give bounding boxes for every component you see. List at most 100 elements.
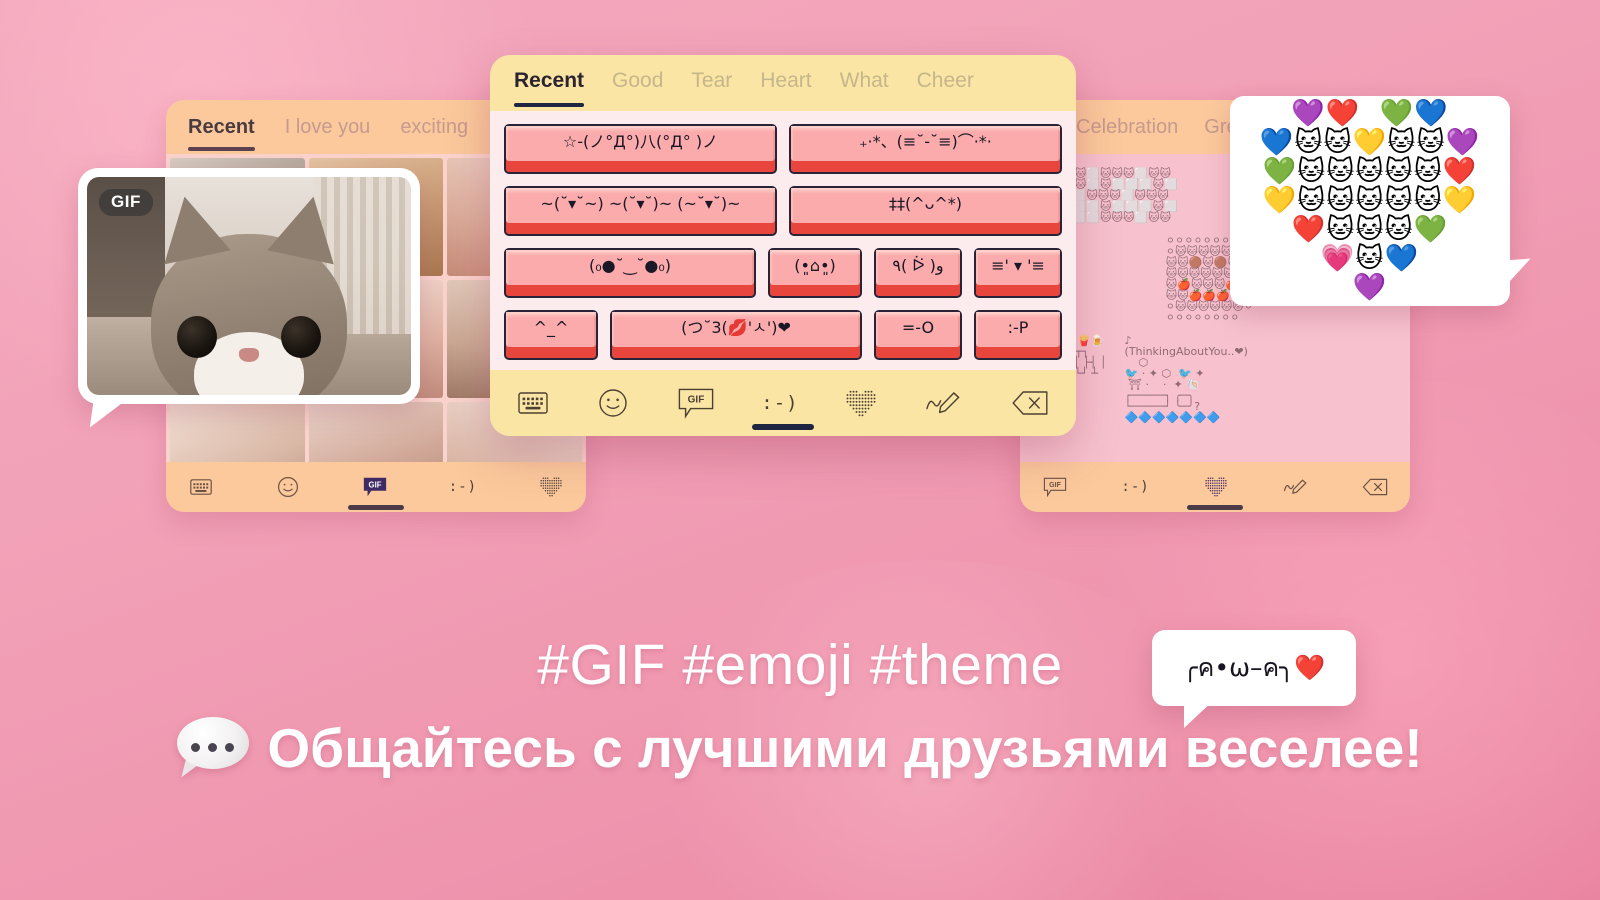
kaomoji-key-label: (•͈⌂•͈) — [794, 255, 836, 275]
kaomoji-bubble[interactable]: ╭ค•ω–ค╮❤️ — [1152, 630, 1356, 728]
cat-gif-bubble[interactable]: GIF — [78, 168, 420, 433]
tab-cheer-label: Cheer — [916, 69, 974, 92]
dotted-heart-icon[interactable] — [844, 386, 878, 420]
left-tab-recent[interactable]: Recent — [188, 116, 255, 151]
left-tab-exciting[interactable]: exciting — [400, 116, 468, 151]
svg-text:GIF: GIF — [687, 394, 704, 405]
smiley-icon[interactable] — [596, 386, 630, 420]
kaomoji-key[interactable]: ^_^ — [504, 310, 598, 360]
kaomoji-key-label: ~(˘▾˘~) ~(˘▾˘)~ (~˘▾˘)~ — [540, 193, 741, 213]
tab-recent-label: Recent — [514, 69, 585, 92]
cat-eye-left — [177, 315, 217, 358]
kaomoji-key[interactable]: ☆-(ノ°Д°)八(°Д° )ノ — [504, 124, 777, 174]
kaomoji-key[interactable]: ≡' ▾ '≡ — [974, 248, 1062, 298]
pen-icon[interactable] — [1283, 474, 1309, 500]
hashtags-caption: #GIF #emoji #theme — [537, 633, 1063, 697]
left-tab-recent-label: Recent — [188, 116, 255, 138]
kaomoji-bubble-tail — [1184, 700, 1214, 728]
kaomoji-key[interactable]: =-O — [874, 310, 962, 360]
tab-what[interactable]: What — [840, 69, 889, 107]
emoji-heart-row: 💗🐱💙 — [1301, 243, 1439, 275]
tab-good[interactable]: Good — [612, 69, 663, 107]
kaomoji-key[interactable]: :-P — [974, 310, 1062, 360]
main-panel-home-indicator — [752, 424, 814, 430]
keyboard-icon[interactable] — [516, 386, 550, 420]
cat-gif-image: GIF — [87, 177, 411, 395]
cat-nose — [239, 347, 259, 362]
left-tab-active-underline — [188, 147, 255, 151]
kaomoji-key[interactable]: ₊·*、(≡˘-˘≡)⌒·*· — [789, 124, 1062, 174]
gif-icon[interactable]: GIF — [1042, 474, 1068, 500]
emoji-heart-art: 💜❤️ 💚💙 💙🐱🐱💛🐱🐱💜 💚🐱🐱🐱🐱🐱❤️ 💛🐱🐱🐱🐱🐱💛 ❤️🐱🐱🐱💚 💗… — [1259, 99, 1481, 304]
gif-icon[interactable]: GIF — [676, 386, 716, 420]
emoji-heart-row: 💙🐱🐱💛🐱🐱💜 — [1259, 126, 1481, 158]
kaomoji-key[interactable]: (₀●˘‿˘●₀) — [504, 248, 756, 298]
speech-bubble-icon — [177, 717, 250, 783]
kaomoji-key[interactable]: (つ˘3(💋'ㅅ')❤ — [610, 310, 862, 360]
kaomoji-key-label: (つ˘3(💋'ㅅ')❤ — [681, 317, 791, 337]
cat-ear-left — [151, 189, 231, 265]
tab-active-underline — [514, 103, 585, 107]
kaomoji-key-label: ₊·*、(≡˘-˘≡)⌒·*· — [859, 131, 992, 151]
tagline-text: Общайтесь с лучшими друзьями веселее! — [267, 717, 1423, 779]
right-panel-home-indicator — [1187, 505, 1243, 510]
tab-recent[interactable]: Recent — [514, 69, 585, 107]
kaomoji-row: ☆-(ノ°Д°)八(°Д° )ノ ₊·*、(≡˘-˘≡)⌒·*· — [504, 124, 1062, 174]
smiley-icon[interactable] — [275, 474, 301, 500]
backspace-icon[interactable] — [1362, 474, 1388, 500]
tab-what-label: What — [839, 69, 889, 92]
kaomoji-bubble-text: ╭ค•ω–ค╮❤️ — [1182, 653, 1326, 682]
svg-text:GIF: GIF — [368, 480, 381, 489]
svg-text:GIF: GIF — [1049, 482, 1061, 489]
dotted-heart-icon[interactable] — [538, 474, 564, 500]
kaomoji-icon[interactable]: :-) — [449, 479, 477, 495]
kaomoji-key-label: ☆-(ノ°Д°)八(°Д° )ノ — [562, 131, 719, 151]
tab-tear-label: Tear — [691, 69, 733, 92]
keyboard-icon[interactable] — [188, 474, 214, 500]
cat-head — [151, 189, 347, 395]
kaomoji-key[interactable]: ‡‡(^ᴗ^*) — [789, 186, 1062, 236]
tab-tear[interactable]: Tear — [691, 69, 732, 107]
kaomoji-key[interactable]: (•͈⌂•͈) — [768, 248, 862, 298]
emoji-bubble-tail — [1488, 258, 1534, 302]
gif-icon[interactable]: GIF — [362, 474, 388, 500]
pen-icon[interactable] — [924, 386, 964, 420]
gif-thumbnail[interactable] — [308, 402, 444, 462]
left-tab-exciting-label: exciting — [400, 116, 469, 138]
cat-ear-right — [267, 189, 347, 265]
tab-cheer[interactable]: Cheer — [917, 69, 974, 107]
main-kaomoji-keyboard-panel: Recent Good Tear Heart What Cheer ☆-(ノ°Д… — [490, 55, 1076, 436]
left-panel-home-indicator — [348, 505, 404, 510]
tab-good-label: Good — [612, 69, 664, 92]
kaomoji-key[interactable]: ~(˘▾˘~) ~(˘▾˘)~ (~˘▾˘)~ — [504, 186, 777, 236]
left-tab-i-love-you[interactable]: I love you — [285, 116, 371, 151]
right-tab-celebration[interactable]: Celebration — [1076, 116, 1178, 151]
tab-heart[interactable]: Heart — [760, 69, 811, 107]
emoji-heart-row: 💛🐱🐱🐱🐱🐱💛 — [1262, 184, 1478, 216]
right-tab-celebration-label: Celebration — [1076, 116, 1179, 138]
kaomoji-rows: ☆-(ノ°Д°)八(°Д° )ノ ₊·*、(≡˘-˘≡)⌒·*· ~(˘▾˘~)… — [504, 124, 1062, 360]
cat-eye-right — [281, 315, 321, 358]
cat-bubble-tail — [89, 393, 129, 433]
emoji-heart-row: ❤️🐱🐱🐱💚 — [1282, 214, 1458, 246]
kaomoji-key-label: ٩( ᐖ )و — [892, 255, 944, 275]
gif-badge: GIF — [99, 189, 153, 216]
kaomoji-key-area: ☆-(ノ°Д°)八(°Д° )ノ ₊·*、(≡˘-˘≡)⌒·*· ~(˘▾˘~)… — [490, 111, 1076, 370]
kaomoji-row: (₀●˘‿˘●₀) (•͈⌂•͈) ٩( ᐖ )و ≡' ▾ '≡ — [504, 248, 1062, 298]
kaomoji-icon[interactable]: :-) — [761, 392, 798, 414]
main-panel-tab-bar: Recent Good Tear Heart What Cheer — [490, 55, 1076, 111]
emoji-heart-bubble[interactable]: 💜❤️ 💚💙 💙🐱🐱💛🐱🐱💜 💚🐱🐱🐱🐱🐱❤️ 💛🐱🐱🐱🐱🐱💛 ❤️🐱🐱🐱💚 💗… — [1230, 96, 1534, 306]
tab-heart-label: Heart — [760, 69, 812, 92]
emoji-art-item[interactable]: ♪ (ThinkingAboutYou..❤) ⬡ 🐦 · ✦ ⬡ 🐦 ✦ ⛩ … — [1125, 335, 1248, 423]
promo-banner: Recent I love you exciting GIF:-) Celeb… — [0, 0, 1600, 900]
tagline-row: Общайтесь с лучшими друзьями веселее! — [0, 716, 1600, 783]
dotted-heart-icon[interactable] — [1203, 474, 1229, 500]
gif-thumbnail[interactable] — [170, 402, 305, 462]
emoji-heart-row: 💚🐱🐱🐱🐱🐱❤️ — [1262, 155, 1478, 187]
backspace-icon[interactable] — [1010, 386, 1050, 420]
kaomoji-key-label: :-P — [1007, 317, 1029, 337]
kaomoji-row: ~(˘▾˘~) ~(˘▾˘)~ (~˘▾˘)~ ‡‡(^ᴗ^*) — [504, 186, 1062, 236]
kaomoji-icon[interactable]: :-) — [1121, 479, 1149, 495]
kaomoji-key[interactable]: ٩( ᐖ )و — [874, 248, 962, 298]
emoji-heart-row: 💜 — [1323, 272, 1417, 304]
